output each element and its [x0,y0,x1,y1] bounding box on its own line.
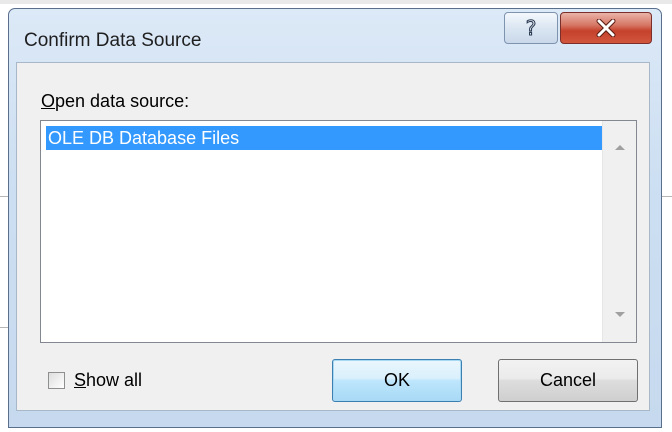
show-all-label: Show all [74,370,142,391]
svg-text:?: ? [526,17,537,39]
background-divider [662,196,672,197]
background-divider [0,196,8,197]
show-all-option[interactable]: Show all [48,370,142,391]
close-icon [595,19,617,37]
show-all-mnemonic: S [74,370,87,390]
background-divider [0,327,8,328]
scroll-down-arrow-icon[interactable] [603,301,637,329]
show-all-text: how all [86,370,143,390]
vertical-scrollbar[interactable] [602,121,636,342]
help-icon: ? [522,17,540,39]
close-button[interactable] [560,12,652,44]
list-item[interactable]: OLE DB Database Files [46,126,606,150]
background-edge [0,0,672,4]
ok-button[interactable]: OK [332,359,462,402]
open-data-source-label: Open data source: [41,91,189,112]
data-source-listbox[interactable]: OLE DB Database Files [40,120,637,343]
scroll-up-arrow-icon[interactable] [603,133,637,161]
cancel-button[interactable]: Cancel [498,359,638,402]
help-button[interactable]: ? [504,12,558,44]
show-all-checkbox[interactable] [48,372,65,389]
label-mnemonic: O [41,91,56,111]
dialog-title: Confirm Data Source [24,30,202,51]
label-text: pen data source: [55,91,190,111]
